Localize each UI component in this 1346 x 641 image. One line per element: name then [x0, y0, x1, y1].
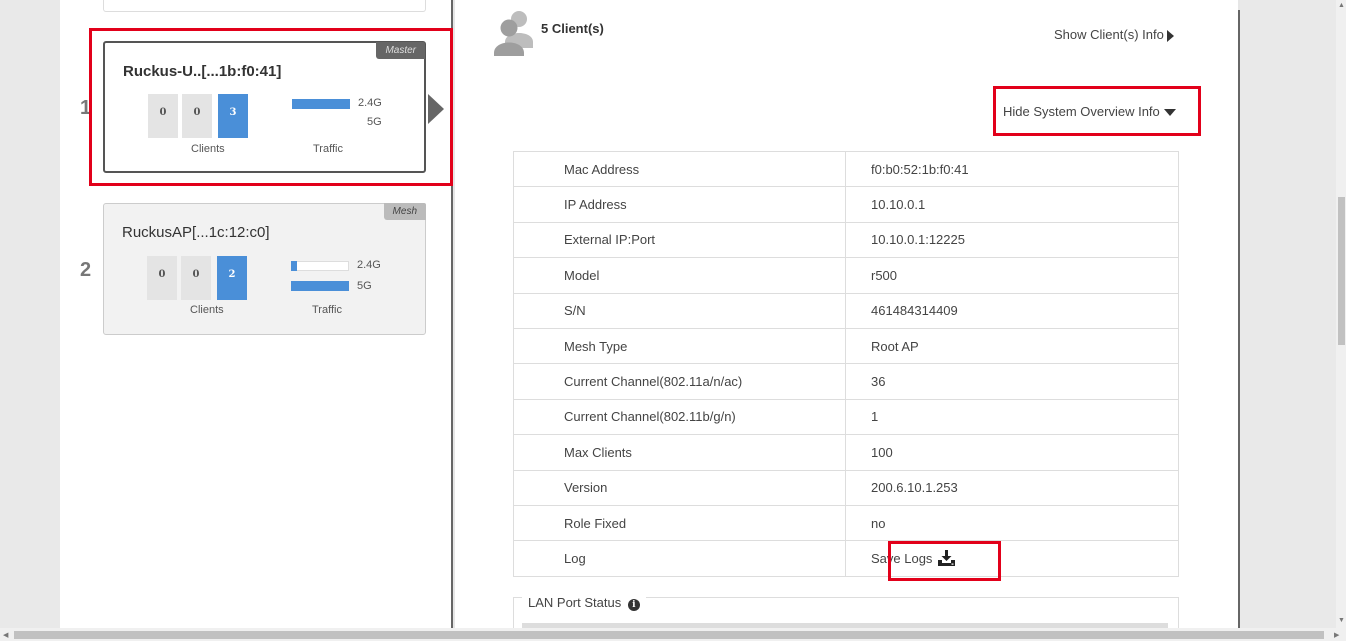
- table-row: Version 200.6.10.1.253: [513, 469, 1179, 506]
- row-value: 1: [845, 398, 1179, 436]
- row-key: Version: [513, 469, 846, 506]
- row-key: Current Channel(802.11a/n/ac): [513, 363, 846, 400]
- row-value: no: [845, 504, 1179, 542]
- row-value: 36: [845, 363, 1179, 400]
- row-key: Model: [513, 257, 846, 294]
- ap-card-mesh[interactable]: Mesh RuckusAP[...1c:12:c0] 0 0 2 Clients…: [103, 203, 426, 335]
- row-key: Role Fixed: [513, 504, 846, 542]
- table-row: Mesh Type Root AP: [513, 327, 1179, 365]
- caret-right-icon: [1166, 29, 1174, 42]
- table-row: Mac Address f0:b0:52:1b:f0:41: [513, 150, 1179, 188]
- scroll-down-arrow-icon[interactable]: ▼: [1338, 617, 1345, 624]
- previous-card-edge: [103, 0, 426, 12]
- table-row: Model r500: [513, 257, 1179, 294]
- table-row: Current Channel(802.11b/g/n) 1: [513, 398, 1179, 436]
- scroll-right-arrow-icon[interactable]: ▶: [1334, 631, 1339, 639]
- right-gutter: [1240, 0, 1336, 628]
- row-value: f0:b0:52:1b:f0:41: [845, 150, 1179, 188]
- row-key: Mesh Type: [513, 327, 846, 365]
- client-count-bar: 2: [217, 256, 247, 300]
- highlight-save-logs: [888, 541, 1001, 581]
- client-count-bar: 0: [147, 256, 177, 300]
- lan-port-status-label: LAN Port Status: [528, 595, 622, 610]
- show-clients-info-label: Show Client(s) Info: [1054, 27, 1164, 42]
- row-value: 100: [845, 434, 1179, 471]
- highlight-hide-overview: [993, 86, 1201, 136]
- ap-number: 2: [80, 259, 92, 281]
- row-value: 10.10.0.1:12225: [845, 221, 1179, 259]
- lan-port-status-title: LAN Port Status i: [522, 595, 646, 611]
- row-key: S/N: [513, 292, 846, 329]
- row-value: 200.6.10.1.253: [845, 469, 1179, 506]
- row-value: Root AP: [845, 327, 1179, 365]
- page: 1 Master Ruckus-U..[...1b:f0:41] 0 0 3 C…: [0, 0, 1346, 641]
- row-value: r500: [845, 257, 1179, 294]
- traffic-bar-5g: [291, 281, 349, 291]
- ap-name: RuckusAP[...1c:12:c0]: [122, 224, 270, 241]
- table-row: Log Save Logs: [513, 540, 1179, 577]
- clients-icon: [494, 8, 534, 59]
- table-row: External IP:Port 10.10.0.1:12225: [513, 221, 1179, 259]
- clients-count-title: 5 Client(s): [541, 21, 604, 36]
- left-gutter: [0, 0, 60, 628]
- table-row: Current Channel(802.11a/n/ac) 36: [513, 363, 1179, 400]
- client-count-bar: 0: [181, 256, 211, 300]
- table-row: Role Fixed no: [513, 504, 1179, 542]
- row-key: External IP:Port: [513, 221, 846, 259]
- system-overview-table: Mac Address f0:b0:52:1b:f0:41 IP Address 10…: [513, 150, 1179, 577]
- traffic-label: Traffic: [312, 304, 342, 316]
- traffic-bar-track-24g: [291, 261, 349, 271]
- band-label-24g: 2.4G: [357, 259, 381, 271]
- row-value: 10.10.0.1: [845, 186, 1179, 223]
- clients-label: Clients: [190, 304, 224, 316]
- show-clients-info-link[interactable]: Show Client(s) Info: [1054, 27, 1174, 42]
- table-row: Max Clients 100: [513, 434, 1179, 471]
- vertical-scrollbar-thumb[interactable]: [1338, 197, 1345, 345]
- scroll-up-arrow-icon[interactable]: ▲: [1338, 2, 1345, 9]
- row-key: IP Address: [513, 186, 846, 223]
- table-row: IP Address 10.10.0.1: [513, 186, 1179, 223]
- scroll-left-arrow-icon[interactable]: ◀: [3, 631, 8, 639]
- row-key: Max Clients: [513, 434, 846, 471]
- row-key: Log: [513, 540, 846, 577]
- horizontal-scrollbar-thumb[interactable]: [14, 631, 1324, 639]
- row-value: 461484314409: [845, 292, 1179, 329]
- highlight-master-card: [89, 28, 453, 186]
- info-icon[interactable]: i: [627, 599, 640, 611]
- mesh-badge: Mesh: [383, 203, 426, 220]
- row-key: Current Channel(802.11b/g/n): [513, 398, 846, 436]
- band-label-5g: 5G: [357, 280, 372, 292]
- traffic-bar-24g: [291, 261, 297, 271]
- table-row: S/N 461484314409: [513, 292, 1179, 329]
- row-key: Mac Address: [513, 150, 846, 188]
